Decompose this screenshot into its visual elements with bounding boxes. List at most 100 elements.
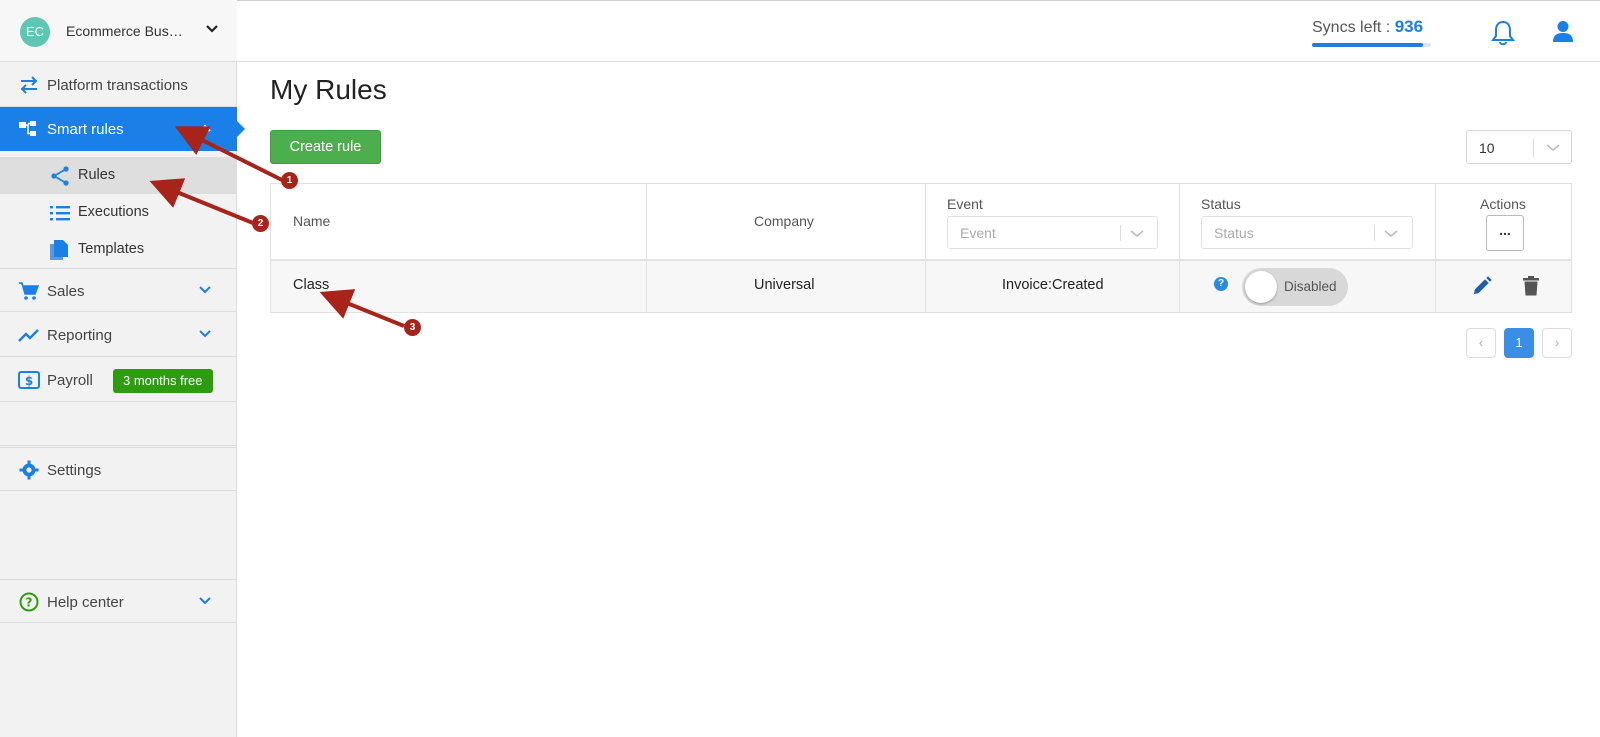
rules-table: Name Company Event Event Status Status A… [270,183,1572,313]
hierarchy-icon [19,121,36,136]
user-icon[interactable] [1552,20,1574,44]
syncs-label: Syncs left : [1312,19,1391,36]
status-help-icon[interactable]: ? [1214,277,1228,291]
column-header-label: Actions [1480,196,1526,212]
filter-placeholder: Status [1214,225,1254,241]
page-size-select[interactable]: 10 [1466,130,1572,164]
company-avatar: EC [20,17,50,47]
svg-text:?: ? [26,596,33,610]
page-title: My Rules [270,74,387,105]
top-bar: Syncs left : 936 [237,0,1600,62]
swap-arrows-icon [20,76,38,94]
sidebar-item-platform-transactions[interactable]: Platform transactions [0,63,237,107]
column-header-label: Status [1201,196,1241,212]
chevron-down-icon [1546,144,1560,151]
rule-event: Invoice:Created [1002,277,1104,293]
rule-company: Universal [754,277,815,293]
column-header-label: Name [293,213,331,229]
page-size-value: 10 [1479,140,1495,156]
filter-placeholder: Event [960,225,996,241]
gear-icon [19,460,39,480]
list-icon [50,206,70,221]
select-divider [1120,225,1121,241]
sidebar: EC Ecommerce Business Platform transacti… [0,0,245,737]
annotation-badge-1: 1 [281,172,298,189]
sidebar-item-payroll[interactable]: $ Payroll 3 months free [0,358,237,402]
column-header-label: Event [947,196,983,212]
sidebar-item-smart-rules[interactable]: Smart rules [0,107,245,151]
sidebar-item-label: Reporting [47,327,113,344]
status-toggle-label: Disabled [1284,279,1337,294]
column-status: Status Status [1180,184,1436,261]
pagination-page-1[interactable]: 1 [1504,328,1534,358]
status-toggle[interactable]: Disabled [1242,268,1348,306]
sidebar-spacer [0,402,237,446]
sidebar-subitem-label: Rules [78,167,116,183]
column-name[interactable]: Name [271,184,647,261]
toggle-knob [1245,271,1277,303]
help-circle-icon: ? [19,592,39,612]
sidebar-item-label: Smart rules [47,121,124,138]
sidebar-subitem-label: Executions [78,204,149,220]
cell-actions [1436,261,1571,312]
company-name: Ecommerce Business [66,23,184,39]
chevron-down-icon[interactable] [198,327,212,341]
cell-status: ? Disabled [1180,261,1436,312]
sidebar-item-label: Help center [47,594,124,611]
column-company[interactable]: Company [647,184,926,261]
dollar-box-icon: $ [18,371,40,389]
cart-icon [19,282,40,300]
sidebar-subitem-rules[interactable]: Rules [0,157,237,194]
pagination-prev[interactable]: ‹ [1466,328,1496,358]
sidebar-subitem-label: Templates [78,241,145,257]
trend-line-icon [18,329,39,342]
company-switcher[interactable]: EC Ecommerce Business [0,0,237,62]
cell-company: Universal [647,261,926,312]
cell-name: Class [271,261,647,312]
annotation-badge-3: 3 [404,319,421,336]
column-actions: Actions ... [1436,184,1571,261]
sidebar-item-help-center[interactable]: ? Help center [0,579,237,623]
sidebar-item-label: Settings [47,462,102,479]
trash-icon[interactable] [1523,276,1539,296]
event-filter-select[interactable]: Event [947,216,1158,249]
chevron-down-icon [1130,230,1144,237]
select-divider [1533,139,1534,157]
sidebar-item-label: Sales [47,283,85,300]
create-rule-button[interactable]: Create rule [270,130,381,164]
syncs-left: Syncs left : 936 [1312,17,1423,37]
sidebar-item-label: Platform transactions [47,77,188,94]
syncs-progress-fill [1312,43,1423,47]
syncs-progress-bar [1312,43,1431,47]
svg-text:$: $ [25,374,33,388]
chevron-down-icon[interactable] [198,594,212,608]
pagination-next[interactable]: › [1542,328,1572,358]
table-row: Class Universal Invoice:Created ? Disabl… [271,261,1571,312]
payroll-promo-badge[interactable]: 3 months free [113,369,213,393]
sidebar-item-settings[interactable]: Settings [0,447,237,491]
table-header: Name Company Event Event Status Status A… [271,184,1571,261]
sidebar-subitem-executions[interactable]: Executions [0,194,237,231]
column-header-label: Company [754,213,814,229]
chevron-down-icon [206,25,218,33]
sidebar-item-label: Payroll [47,372,93,389]
pencil-icon[interactable] [1472,276,1492,296]
actions-menu-button[interactable]: ... [1486,215,1524,251]
column-event: Event Event [926,184,1180,261]
annotation-badge-2: 2 [252,215,269,232]
select-divider [1374,225,1375,241]
bell-icon[interactable] [1490,19,1516,47]
annotation-arrows [149,126,405,328]
cell-event: Invoice:Created [926,261,1180,312]
chevron-down-icon [1384,230,1398,237]
sidebar-item-reporting[interactable]: Reporting [0,313,237,357]
file-copy-icon [50,240,68,260]
chevron-up-icon[interactable] [198,121,212,135]
share-icon [51,166,69,186]
syncs-count: 936 [1394,17,1424,36]
status-filter-select[interactable]: Status [1201,216,1413,249]
sidebar-item-sales[interactable]: Sales [0,268,237,312]
chevron-down-icon[interactable] [198,283,212,297]
rule-name-link[interactable]: Class [293,277,329,293]
sidebar-subitem-templates[interactable]: Templates [0,231,237,268]
